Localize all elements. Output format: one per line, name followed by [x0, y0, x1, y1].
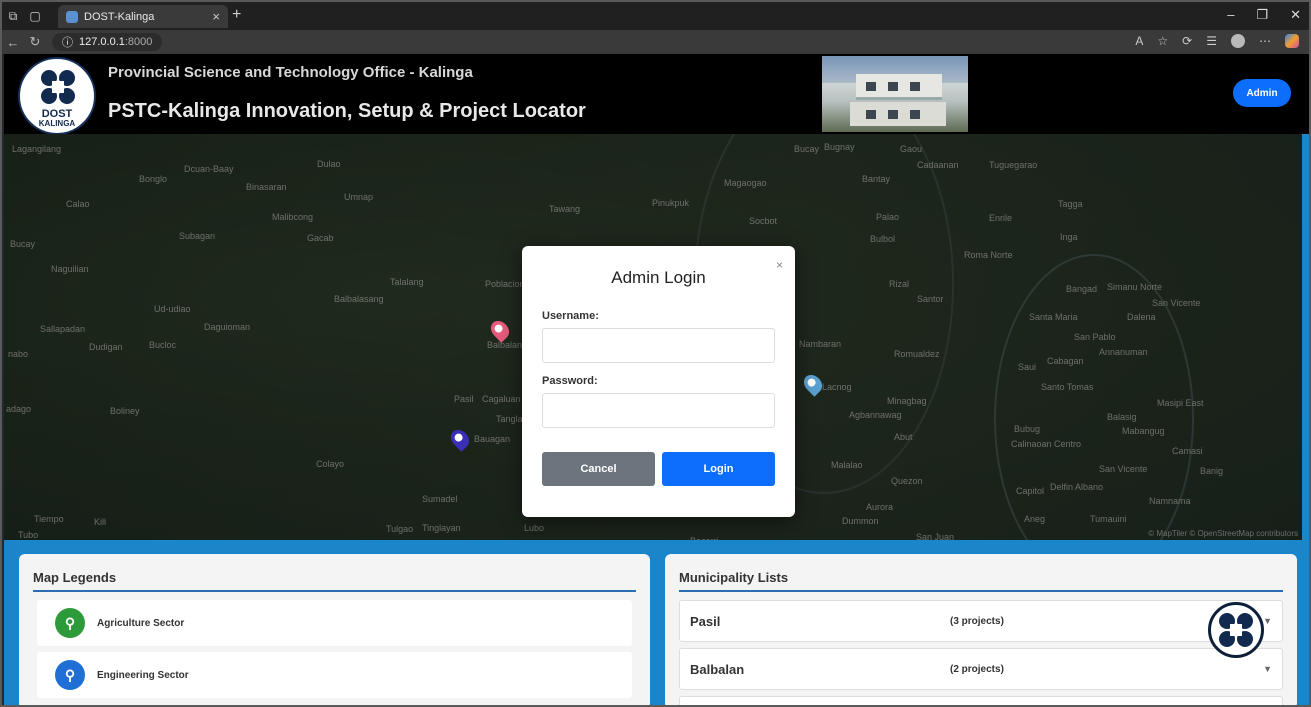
- dost-chat-button[interactable]: [1208, 602, 1264, 658]
- password-label: Password:: [542, 375, 598, 387]
- url-host: 127.0.0.1: [79, 36, 125, 48]
- page-title: PSTC-Kalinga Innovation, Setup & Project…: [108, 100, 586, 122]
- legend-item: ⚲ Engineering Sector: [37, 652, 632, 698]
- engineering-sector-icon: ⚲: [55, 660, 85, 690]
- url-port: :8000: [124, 36, 153, 48]
- more-icon[interactable]: ⋯: [1259, 34, 1271, 48]
- agriculture-sector-icon: ⚲: [55, 608, 85, 638]
- new-tab-icon[interactable]: +: [232, 6, 241, 24]
- back-icon[interactable]: ←: [2, 35, 24, 50]
- extensions-icon[interactable]: ⟳: [1182, 34, 1192, 48]
- username-label: Username:: [542, 310, 599, 322]
- favorites-icon[interactable]: ☰: [1206, 34, 1217, 48]
- scrollbar-strip: [1302, 134, 1309, 540]
- chevron-down-icon[interactable]: ▼: [1263, 664, 1272, 674]
- legend-label: Engineering Sector: [97, 669, 189, 681]
- project-count: (2 projects): [950, 663, 1004, 675]
- modal-title: Admin Login: [611, 268, 706, 287]
- read-aloud-icon[interactable]: A: [1135, 34, 1143, 48]
- tab-actions-icon[interactable]: ▢: [24, 9, 46, 23]
- browser-window: ⧉ ▢ DOST-Kalinga × + – ❐ ✕ ← ↻ ⓘ 127.0.0…: [0, 0, 1311, 707]
- window-controls: – ❐ ✕: [1227, 7, 1301, 23]
- admin-button[interactable]: Admin: [1233, 79, 1291, 107]
- municipality-list-card: Municipality Lists Pasil (3 projects) ▼ …: [665, 554, 1297, 705]
- legend-item: ⚲ Agriculture Sector: [37, 600, 632, 646]
- dost-mark-icon: [41, 70, 75, 104]
- restore-icon[interactable]: ❐: [1256, 7, 1268, 23]
- password-input[interactable]: [542, 393, 775, 428]
- municipality-title: Municipality Lists: [679, 570, 789, 585]
- workspaces-icon[interactable]: ⧉: [2, 9, 24, 24]
- map-legends-card: Map Legends ⚲ Agriculture Sector ⚲ Engin…: [19, 554, 650, 705]
- dost-logo: DOST KALINGA: [18, 57, 96, 135]
- legends-title: Map Legends: [33, 570, 117, 585]
- close-tab-icon[interactable]: ×: [212, 9, 220, 24]
- favorite-star-icon[interactable]: ☆: [1157, 34, 1168, 48]
- login-button[interactable]: Login: [662, 452, 775, 486]
- copilot-icon[interactable]: [1285, 34, 1299, 48]
- username-input[interactable]: [542, 328, 775, 363]
- municipality-name: Pasil: [690, 613, 721, 629]
- browser-tab[interactable]: DOST-Kalinga ×: [58, 5, 228, 28]
- favicon-icon: [66, 10, 78, 23]
- close-window-icon[interactable]: ✕: [1290, 7, 1301, 23]
- url-field[interactable]: ⓘ 127.0.0.1:8000: [52, 33, 163, 51]
- office-subtitle: Provincial Science and Technology Office…: [108, 64, 473, 81]
- site-header: DOST KALINGA Provincial Science and Tech…: [4, 54, 1309, 135]
- admin-login-modal: × Admin Login Username: Password: Cancel…: [522, 246, 795, 517]
- cancel-button[interactable]: Cancel: [542, 452, 655, 486]
- office-building-photo: [822, 56, 968, 132]
- dost-mark-icon: [1219, 613, 1253, 647]
- browser-toolbar: A ☆ ⟳ ☰ ⋯: [1135, 34, 1299, 48]
- tab-title: DOST-Kalinga: [84, 10, 155, 23]
- municipality-row-balbalan[interactable]: Balbalan (2 projects) ▼: [679, 648, 1283, 690]
- chevron-down-icon[interactable]: ▼: [1263, 616, 1272, 626]
- municipality-row-pasil[interactable]: Pasil (3 projects) ▼: [679, 600, 1283, 642]
- municipality-name: Balbalan: [690, 661, 745, 677]
- legend-label: Agriculture Sector: [97, 617, 185, 629]
- project-count: (3 projects): [950, 615, 1004, 627]
- minimize-icon[interactable]: –: [1227, 7, 1234, 23]
- site-info-icon[interactable]: ⓘ: [62, 34, 73, 50]
- logo-text-kalinga: KALINGA: [38, 119, 76, 128]
- refresh-icon[interactable]: ↻: [24, 34, 46, 50]
- profile-avatar[interactable]: [1231, 34, 1245, 48]
- address-bar-row: ← ↻ ⓘ 127.0.0.1:8000 A ☆ ⟳ ☰ ⋯: [2, 30, 1309, 54]
- municipality-row[interactable]: [679, 696, 1283, 705]
